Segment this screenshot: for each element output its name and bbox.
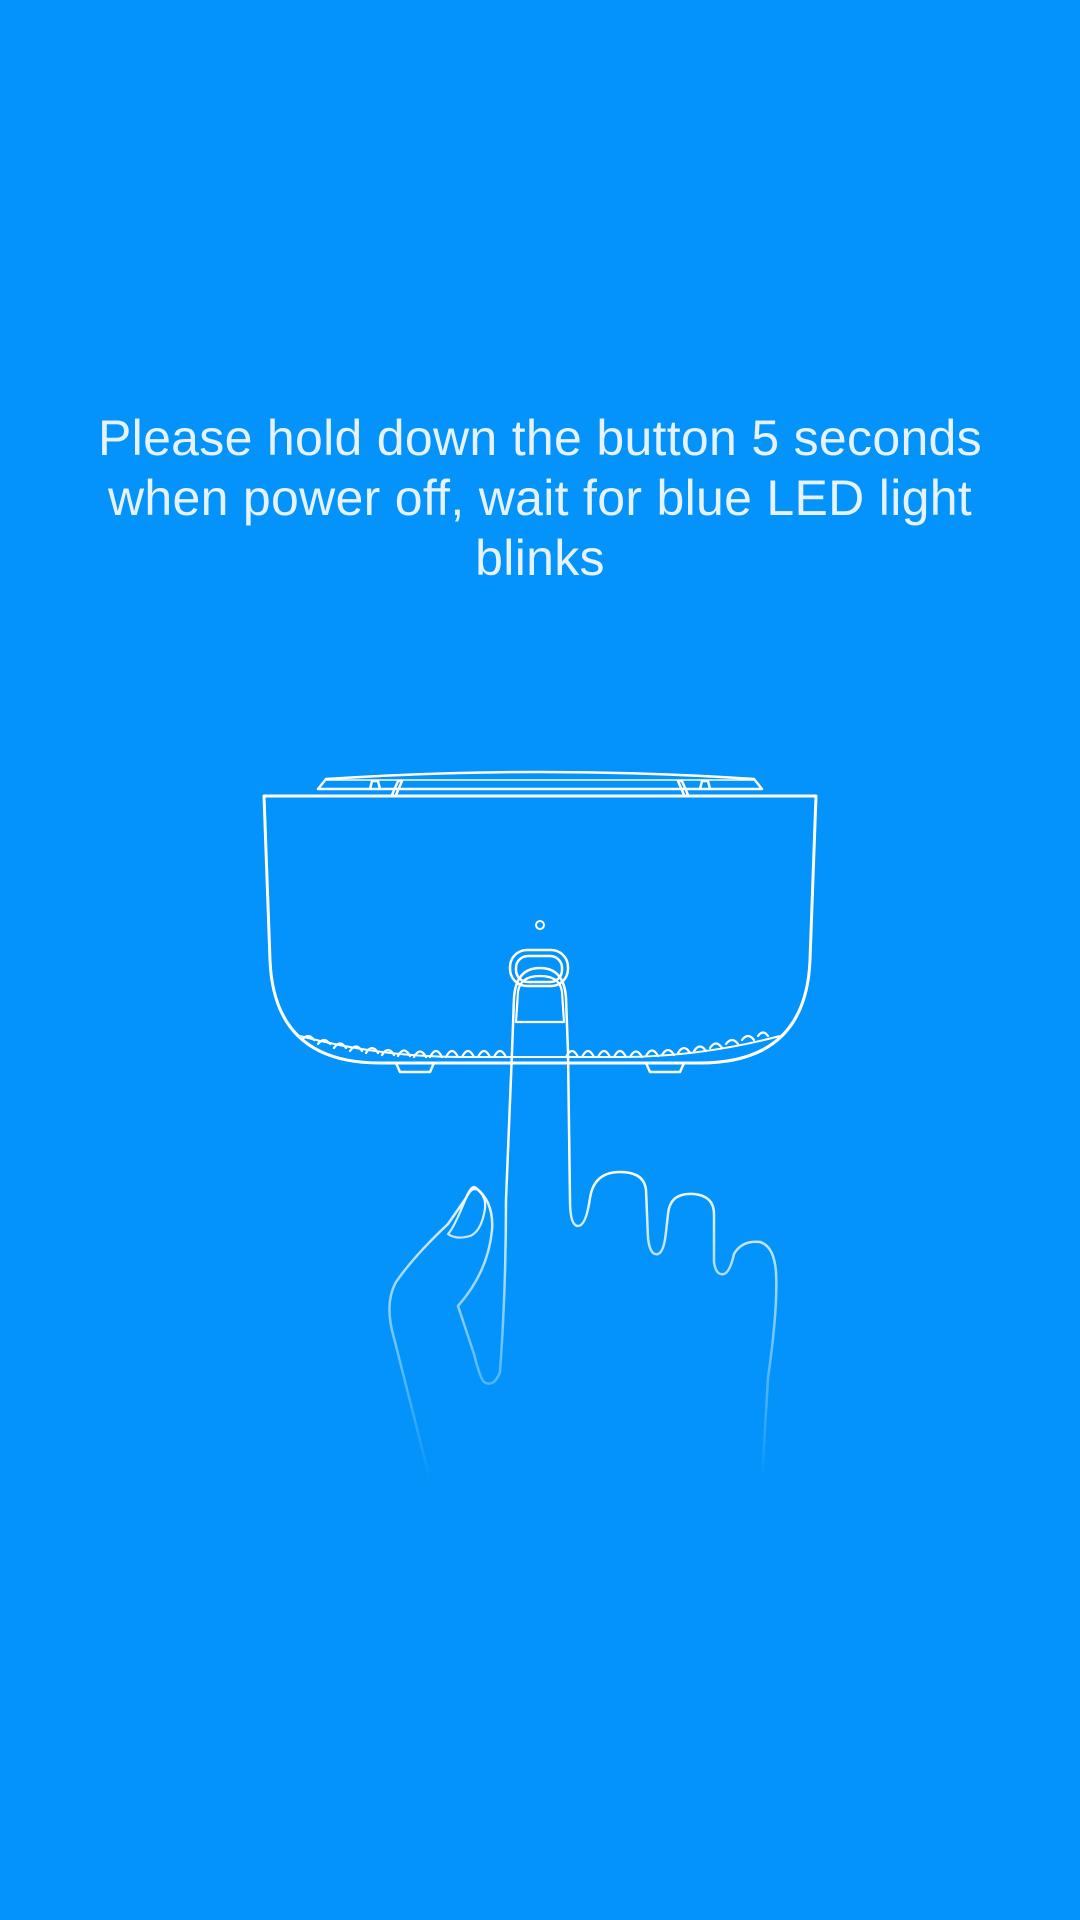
instruction-text: Please hold down the button 5 seconds wh…: [98, 410, 982, 586]
device-lid: [316, 770, 764, 796]
led-indicator-icon: [535, 920, 545, 930]
reset-instruction-screen: Please hold down the button 5 seconds wh…: [0, 0, 1080, 1920]
device-speaker-grille: [300, 1031, 770, 1059]
hand-pressing-device-button-icon: [262, 770, 818, 1482]
device-body: [262, 794, 818, 1074]
